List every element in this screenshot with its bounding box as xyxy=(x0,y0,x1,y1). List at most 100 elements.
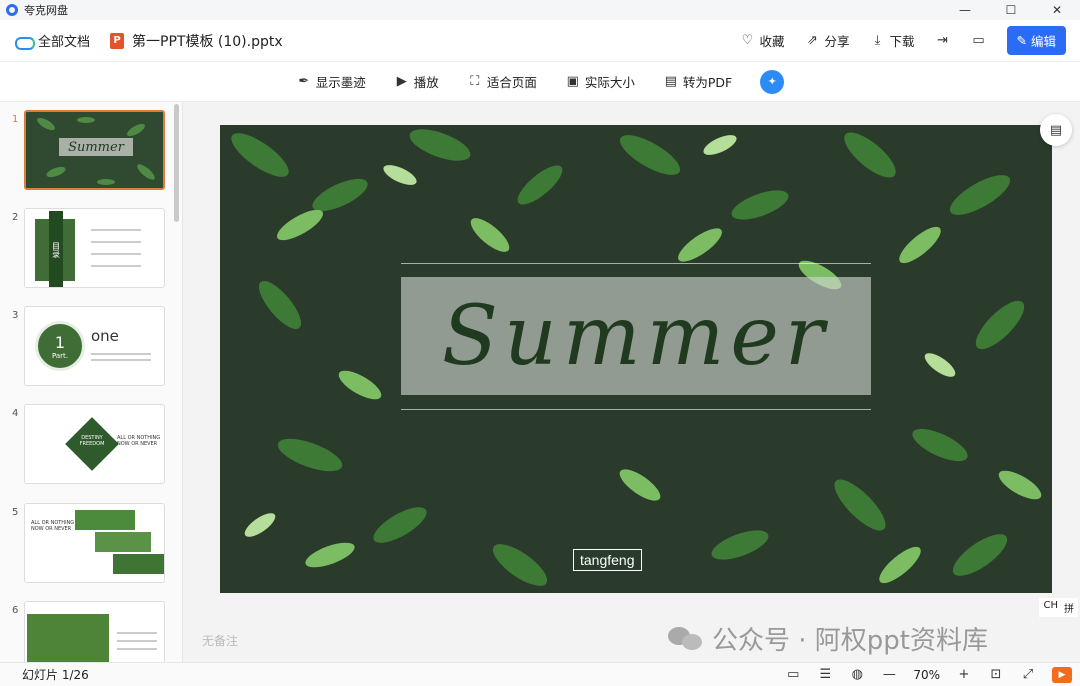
download-label: 下载 xyxy=(889,34,915,49)
breadcrumb-all-docs[interactable]: 全部文档 xyxy=(14,31,90,50)
thumbnail-slide-4[interactable]: DESTINY FREEDOM ALL OR NOTHING NOW OR NE… xyxy=(24,404,165,484)
thumbnail-title: ALL OR NOTHING NOW OR NEVER xyxy=(31,520,75,532)
file-name: 第一PPT模板 (10).pptx xyxy=(132,33,283,50)
edit-label: 编辑 xyxy=(1030,34,1056,49)
slideshow-button[interactable]: ▶ xyxy=(1052,666,1072,683)
thumbnail-title: one xyxy=(91,327,119,345)
actual-size-label: 实际大小 xyxy=(584,75,635,90)
window-controls: — ☐ ✕ xyxy=(942,0,1080,20)
fit-page-icon: ⛶ xyxy=(470,74,480,89)
top-bar: 全部文档 P 第一PPT模板 (10).pptx ♡ 收藏 ⇗ 分享 ⤓ 下载 … xyxy=(0,20,1080,62)
ai-icon: ✦ xyxy=(767,75,777,88)
thumbnail-slide-3[interactable]: 1 Part. one xyxy=(24,306,165,386)
thumbnail-item[interactable]: 2 目录 xyxy=(0,208,170,290)
thumbnail-number: 1 xyxy=(12,114,19,125)
favorite-label: 收藏 xyxy=(759,34,785,49)
breadcrumb-label: 全部文档 xyxy=(38,35,91,50)
feather-icon: ✒ xyxy=(298,74,310,89)
part-circle: 1 Part. xyxy=(35,321,85,371)
ime-mode: 拼 xyxy=(1064,604,1074,615)
fit-page-button[interactable]: ⛶ 适合页面 xyxy=(467,72,537,91)
show-ink-label: 显示墨迹 xyxy=(315,75,366,90)
thumbnail-item[interactable]: 4 DESTINY FREEDOM ALL OR NOTHING NOW OR … xyxy=(0,404,170,486)
window-title: 夸克网盘 xyxy=(24,4,68,17)
notes-view-icon[interactable]: ☰ xyxy=(817,667,833,683)
part-number: 1 xyxy=(54,332,66,352)
thumbnail-slide-2[interactable]: 目录 xyxy=(24,208,165,288)
zoom-out-icon[interactable]: — xyxy=(881,667,897,683)
convert-pdf-button[interactable]: ▤ 转为PDF xyxy=(663,72,733,91)
thumbnail-number: 2 xyxy=(12,212,19,223)
thumbnail-number: 6 xyxy=(12,605,19,616)
slide-title: Summer xyxy=(441,288,831,384)
note-icon: ▤ xyxy=(1049,122,1063,138)
window-titlebar: 夸克网盘 — ☐ ✕ xyxy=(0,0,1080,20)
status-bar: 幻灯片 1/26 ▭ ☰ ◍ — 70% + ⊡ ⤢ ▶ xyxy=(0,662,1080,686)
side-panel-button[interactable]: ▤ xyxy=(1040,114,1072,146)
title-top-rule xyxy=(401,263,871,264)
ai-assistant-button[interactable]: ✦ xyxy=(760,69,785,94)
download-button[interactable]: ⤓ 下载 xyxy=(869,31,915,50)
feedback-icon: ▭ xyxy=(972,33,985,48)
thumbnail-title: Summer xyxy=(59,138,133,156)
show-ink-button[interactable]: ✒ 显示墨迹 xyxy=(296,72,366,91)
thumbnail-title: 目录 xyxy=(49,211,63,287)
maximize-button[interactable]: ☐ xyxy=(988,0,1034,20)
pptx-file-icon: P xyxy=(110,32,125,49)
share-button[interactable]: ⇗ 分享 xyxy=(804,31,849,50)
play-label: 播放 xyxy=(413,75,439,90)
thumbnail-title: DESTINY FREEDOM xyxy=(79,435,105,447)
slide-notes[interactable]: 无备注 xyxy=(202,632,238,649)
watermark-text: 公众号 · 阿权ppt资料库 xyxy=(712,626,988,656)
fullscreen-icon[interactable]: ⤢ xyxy=(1020,667,1036,683)
slide-author: tangfeng xyxy=(573,549,642,571)
thumbnail-slide-6[interactable] xyxy=(24,601,165,662)
thumbnail-slide-1[interactable]: Summer xyxy=(24,110,165,190)
thumbnail-item[interactable]: 1 Summer xyxy=(0,110,170,192)
slide-canvas: Summer tangfeng ▤ CH 拼 无备注 公众号 · 阿权ppt资料… xyxy=(183,102,1080,662)
pdf-icon: ▤ xyxy=(664,74,677,89)
zoom-level: 70% xyxy=(913,667,940,682)
favorite-button[interactable]: ♡ 收藏 xyxy=(739,31,785,50)
watermark: 公众号 · 阿权ppt资料库 xyxy=(668,620,988,657)
title-box: Summer xyxy=(401,277,871,395)
title-bottom-rule xyxy=(401,409,871,410)
share-label: 分享 xyxy=(824,34,850,49)
app-logo-icon xyxy=(6,4,18,16)
edit-button[interactable]: ✎ 编辑 xyxy=(1006,26,1066,55)
play-button[interactable]: ▶ 播放 xyxy=(394,72,439,91)
pen-icon: ✎ xyxy=(1016,33,1027,48)
thumbnail-number: 5 xyxy=(12,507,19,518)
sidebar-scrollbar[interactable] xyxy=(174,104,179,222)
current-slide: Summer tangfeng xyxy=(220,125,1052,593)
zoom-in-icon[interactable]: + xyxy=(956,667,972,683)
fit-window-icon[interactable]: ⊡ xyxy=(988,667,1004,683)
thumbnail-number: 3 xyxy=(12,310,19,321)
open-external-icon: ⇥ xyxy=(937,33,948,48)
feedback-button[interactable]: ▭ xyxy=(971,33,987,49)
actual-size-button[interactable]: ▣ 实际大小 xyxy=(565,72,635,91)
globe-icon[interactable]: ◍ xyxy=(849,667,865,683)
file-actions: ♡ 收藏 ⇗ 分享 ⤓ 下载 ⇥ ▭ ✎ 编辑 xyxy=(739,26,1066,55)
close-button[interactable]: ✕ xyxy=(1034,0,1080,20)
wechat-icon xyxy=(668,625,704,653)
open-external-button[interactable]: ⇥ xyxy=(935,33,951,49)
main-area: 1 Summer 2 目录 3 1 Part. one 4 DESTINY FR… xyxy=(0,102,1080,662)
minimize-button[interactable]: — xyxy=(942,0,988,20)
actual-size-icon: ▣ xyxy=(566,74,579,89)
normal-view-icon[interactable]: ▭ xyxy=(785,667,801,683)
slide-counter: 幻灯片 1/26 xyxy=(22,668,89,682)
thumbnail-item[interactable]: 5 ALL OR NOTHING NOW OR NEVER xyxy=(0,503,170,585)
ime-indicator[interactable]: CH 拼 xyxy=(1039,598,1078,617)
thumbnail-item[interactable]: 6 xyxy=(0,601,170,662)
heart-icon: ♡ xyxy=(741,33,754,48)
slide-thumbnail-panel: 1 Summer 2 目录 3 1 Part. one 4 DESTINY FR… xyxy=(0,102,183,662)
thumbnail-subtitle: ALL OR NOTHING NOW OR NEVER xyxy=(117,435,161,447)
convert-pdf-label: 转为PDF xyxy=(682,75,733,90)
play-circle-icon: ▶ xyxy=(396,74,407,89)
thumbnail-slide-5[interactable]: ALL OR NOTHING NOW OR NEVER xyxy=(24,503,165,583)
download-icon: ⤓ xyxy=(874,33,881,48)
cloud-icon xyxy=(14,35,35,50)
fit-page-label: 适合页面 xyxy=(486,75,537,90)
thumbnail-item[interactable]: 3 1 Part. one xyxy=(0,306,170,388)
